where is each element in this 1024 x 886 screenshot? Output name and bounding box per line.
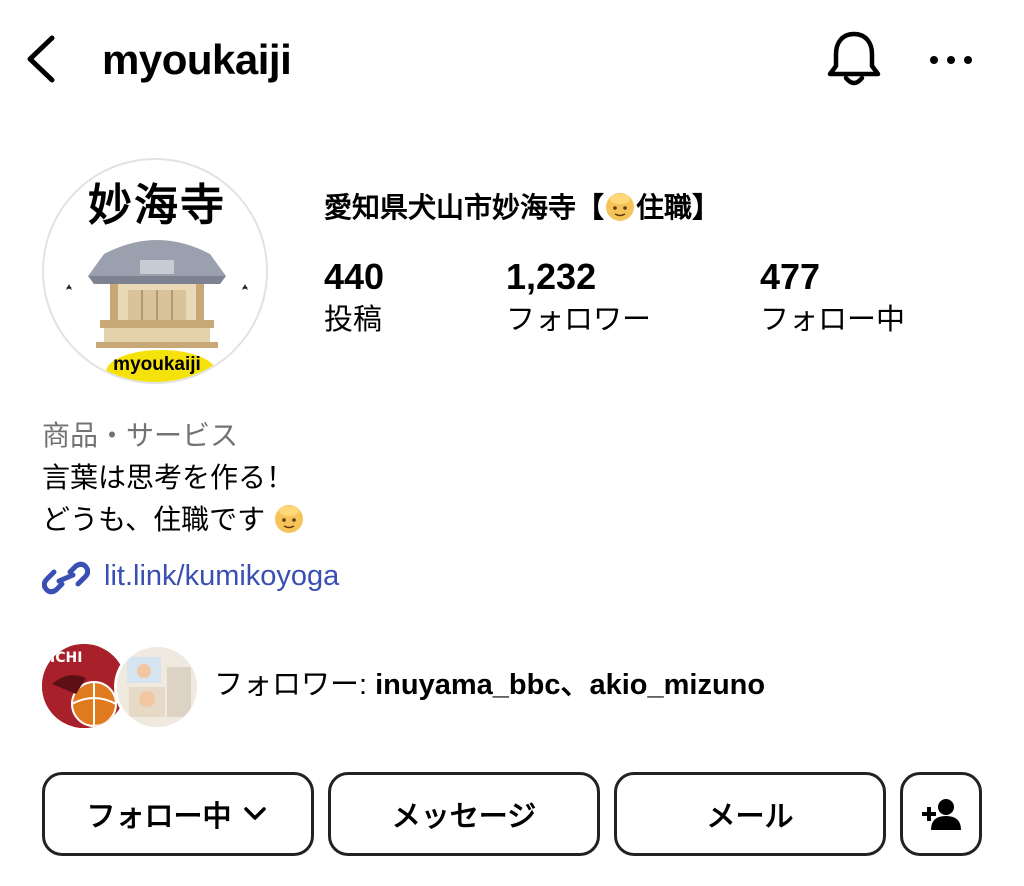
followers-count[interactable]: 1,232 — [506, 255, 596, 299]
notifications-button[interactable] — [824, 28, 884, 90]
page-title: myoukaiji — [102, 36, 292, 83]
display-name: 愛知県犬山市妙海寺【 住職】 — [324, 188, 720, 228]
link-icon[interactable] — [41, 558, 91, 598]
more-options-button[interactable] — [926, 50, 976, 70]
posts-count[interactable]: 440 — [324, 255, 384, 299]
bio-line-2-text: どうも、住職です — [42, 504, 266, 535]
old-man-emoji-icon — [274, 505, 303, 533]
following-label[interactable]: フォロー中 — [760, 300, 905, 340]
bio-line-1: 言葉は思考を作る！ — [42, 462, 295, 493]
message-button[interactable]: メッセージ — [328, 772, 600, 856]
old-man-emoji-icon — [606, 193, 635, 221]
followed-by-names: inuyama_bbc、akio_mizuno — [375, 669, 766, 701]
more-horizontal-icon — [930, 56, 972, 64]
followed-by-text[interactable]: フォロワー: inuyama_bbc、akio_mizuno — [214, 664, 765, 706]
following-count[interactable]: 477 — [760, 255, 820, 299]
followed-by-prefix: フォロワー: — [214, 669, 376, 701]
suggested-users-button[interactable] — [900, 772, 982, 856]
follower-avatar-2[interactable] — [114, 644, 200, 730]
following-button[interactable]: フォロー中 — [42, 772, 314, 856]
posts-label[interactable]: 投稿 — [324, 300, 382, 340]
followers-label[interactable]: フォロワー — [506, 300, 651, 340]
display-name-text-after: 住職】 — [636, 192, 721, 223]
following-button-label: フォロー中 — [86, 801, 232, 833]
bio-link[interactable]: lit.link/kumikoyoga — [104, 556, 339, 596]
svg-text:ICHI: ICHI — [50, 650, 82, 666]
avatar-badge-text: myoukaiji — [113, 354, 201, 375]
email-button-label: メール — [706, 801, 794, 833]
email-button[interactable]: メール — [614, 772, 886, 856]
profile-avatar[interactable]: 妙海寺 myoukaiji — [42, 158, 268, 384]
profile-category: 商品・サービス — [42, 420, 239, 451]
message-button-label: メッセージ — [391, 801, 537, 833]
bell-icon — [827, 31, 881, 86]
bio-line-2: どうも、住職です — [42, 500, 305, 540]
display-name-text-before: 愛知県犬山市妙海寺【 — [324, 192, 605, 223]
back-button[interactable] — [22, 34, 62, 84]
family-photo-icon — [117, 647, 197, 727]
add-user-icon — [922, 799, 961, 830]
chevron-down-icon — [243, 807, 266, 820]
chevron-left-icon — [27, 35, 55, 83]
